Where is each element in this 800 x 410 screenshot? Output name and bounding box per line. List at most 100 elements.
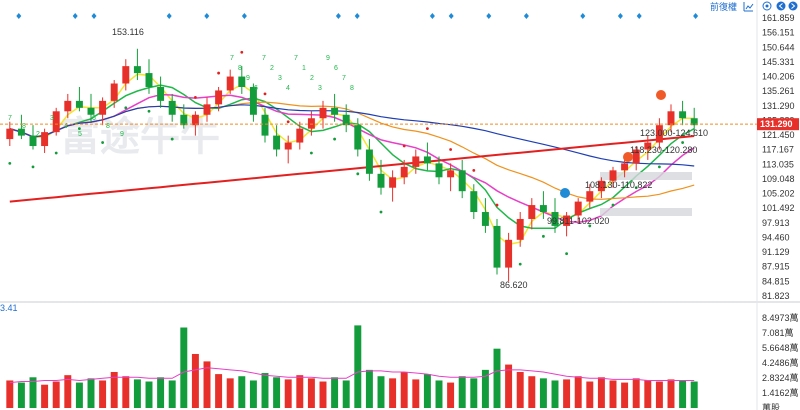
volume-axis: 8.4973萬 7.081萬 5.6648萬 4.2486萬 2.8324萬 1.4162… (762, 312, 799, 410)
price-tick-label: 91.129 (762, 247, 790, 257)
sell-signal-marker (623, 152, 633, 162)
td-sell-count: 8 (350, 85, 354, 92)
candle-body (238, 76, 246, 87)
candle-body (6, 128, 14, 140)
td-sell-count: 7 (262, 55, 266, 62)
td-buy-count: 2 (36, 131, 40, 138)
candle-body (493, 225, 501, 268)
volume-bar (75, 382, 83, 408)
price-tick-label: 109.048 (762, 174, 795, 184)
candle-body (180, 114, 188, 126)
td-sell-count: 3 (318, 85, 322, 92)
candle-body (400, 166, 408, 178)
sar-dot (495, 203, 499, 207)
volume-tick-label: 1.4162萬 (762, 387, 799, 398)
event-diamond-icon (335, 13, 341, 19)
candle-body (64, 100, 72, 112)
volume-bar (180, 327, 188, 408)
event-diamond-icon (636, 13, 642, 19)
volume-bar (377, 376, 385, 408)
candle-body (99, 100, 107, 115)
sar-dot (286, 120, 290, 124)
sar-dot (31, 165, 35, 169)
candle-body (481, 212, 489, 226)
volume-bar (191, 353, 199, 408)
volume-bar (551, 380, 559, 408)
support-zone (600, 208, 692, 216)
volume-bar (586, 381, 594, 408)
sar-dot (356, 172, 360, 176)
volume-bar (331, 377, 339, 408)
volume-bar (307, 378, 315, 408)
candle-body (75, 100, 83, 108)
candle-body (261, 114, 269, 136)
volume-tick-label: 萬股 (762, 402, 780, 410)
adjust-mode-dropdown[interactable]: 前復權 (710, 1, 737, 12)
price-tick-label: 97.913 (762, 218, 790, 228)
prev-icon[interactable] (776, 1, 786, 11)
volume-bar (145, 381, 153, 408)
price-tick-label: 156.151 (762, 28, 795, 38)
candles (6, 48, 698, 282)
volume-bar (157, 377, 165, 408)
event-diamond-icon (241, 13, 247, 19)
volume-indicator-label: 3.41 (0, 303, 18, 313)
volume-bars (6, 325, 698, 408)
td-sell-count: 7 (230, 55, 234, 62)
volume-bar (249, 380, 257, 408)
event-diamond-icon (617, 13, 623, 19)
volume-bar (423, 374, 431, 408)
volume-bar (435, 380, 443, 408)
candle-body (331, 107, 339, 115)
sar-dot (124, 106, 128, 110)
td-buy-count: 7 (8, 115, 12, 122)
sar-dot (101, 141, 104, 144)
next-icon[interactable] (788, 1, 798, 11)
candle-body (470, 191, 478, 213)
volume-tick-label: 5.6648萬 (762, 342, 799, 353)
event-diamond-icon (429, 13, 435, 19)
event-diamond-icon (354, 13, 360, 19)
volume-bar (226, 378, 234, 408)
candle-body (354, 125, 362, 150)
low-price-label: 86.620 (500, 280, 528, 290)
candle-body (621, 163, 629, 171)
candle-body (87, 107, 95, 115)
volume-bar (238, 376, 246, 408)
sar-dot (542, 234, 545, 238)
volume-bar (122, 376, 130, 408)
volume-bar (574, 376, 582, 408)
candle-body (133, 66, 141, 74)
candle-body (110, 83, 118, 101)
volume-bar (296, 375, 304, 408)
volume-bar (458, 376, 466, 408)
candle-body (447, 170, 455, 178)
volume-tick-label: 8.4973萬 (762, 312, 799, 323)
price-tick-label: 87.915 (762, 262, 790, 272)
gear-icon[interactable] (762, 1, 772, 11)
td-sell-count: 1 (302, 65, 306, 72)
candle-body (157, 86, 165, 101)
td-sell-count: 8 (238, 65, 242, 72)
price-tick-label: 140.206 (762, 72, 795, 82)
candle-body (307, 118, 315, 129)
volume-bar (6, 380, 14, 408)
candle-body (41, 132, 49, 147)
zone-range-label: 123.000-124.610 (640, 128, 708, 138)
td-buy-count: 5 (78, 131, 82, 138)
price-tick-label: 117.167 (762, 145, 794, 155)
td-sell-count: 7 (294, 55, 298, 62)
sar-dot (194, 95, 197, 99)
line-chart-icon[interactable] (743, 2, 754, 12)
volume-bar (87, 378, 95, 408)
price-tick-label: 135.261 (762, 86, 795, 96)
td-sell-count: 7 (342, 75, 346, 82)
candle-body (574, 201, 582, 216)
event-markers (16, 13, 699, 19)
zone-range-label: 108.130-110.822 (585, 180, 652, 190)
td-sell-count: 9 (246, 75, 250, 82)
volume-bar (365, 369, 373, 408)
toolbar: 前復權 (710, 1, 798, 12)
price-tick-label: 84.815 (762, 276, 790, 286)
volume-tick-label: 7.081萬 (762, 327, 794, 338)
